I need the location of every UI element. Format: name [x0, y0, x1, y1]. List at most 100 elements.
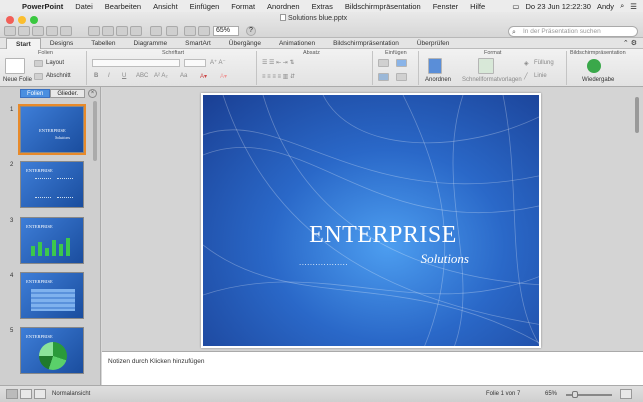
font-size-field[interactable] [184, 59, 206, 67]
tab-start[interactable]: Start [6, 37, 41, 49]
current-slide[interactable]: ENTERPRISE .................. Solutions [201, 93, 541, 348]
new-document-icon[interactable] [4, 26, 16, 36]
print-icon[interactable] [60, 26, 72, 36]
menu-anordnen[interactable]: Anordnen [261, 2, 306, 11]
tab-bildschirm[interactable]: Bildschirmpräsentation [324, 38, 408, 49]
tab-tabellen[interactable]: Tabellen [82, 38, 124, 49]
display-icon[interactable]: ▭ [512, 2, 519, 11]
minimize-window-button[interactable] [18, 16, 26, 24]
case-icon[interactable]: Aa [180, 73, 187, 79]
section-icon[interactable] [34, 73, 43, 80]
close-window-button[interactable] [6, 16, 14, 24]
play-icon[interactable] [587, 59, 601, 73]
align-icon[interactable]: ≡ ≡ ≡ ≡ ▥ ⇵ [262, 73, 295, 80]
menu-einfuegen[interactable]: Einfügen [184, 2, 226, 11]
font-grow-icon[interactable]: A⁺ A⁻ [210, 59, 226, 66]
strikethrough-icon[interactable]: ABC [136, 73, 148, 79]
zoom-window-button[interactable] [30, 16, 38, 24]
textbox-icon[interactable] [378, 59, 389, 67]
underline-icon[interactable]: U [122, 73, 126, 79]
fill-button[interactable]: Füllung [534, 60, 554, 66]
normal-view-icon[interactable] [6, 389, 18, 399]
zoom-field[interactable]: 65% [213, 26, 239, 36]
font-name-field[interactable] [92, 59, 180, 67]
pane-scrollbar[interactable] [93, 101, 97, 161]
save-icon[interactable] [46, 26, 58, 36]
tab-animationen[interactable]: Animationen [270, 38, 324, 49]
list-icon[interactable]: ☰ [630, 2, 637, 11]
italic-icon[interactable]: I [108, 73, 110, 79]
menu-fenster[interactable]: Fenster [427, 2, 464, 11]
tab-diagramme[interactable]: Diagramme [125, 38, 177, 49]
toolbox-icon[interactable] [184, 26, 196, 36]
thumb-bar [66, 238, 70, 256]
slide-thumbnail-2[interactable]: ENTERPRISE [20, 161, 84, 208]
spotlight-icon[interactable]: ⌕ [620, 1, 624, 11]
quick-styles-button[interactable]: Schnellformatvorlagen [462, 77, 522, 83]
arrange-icon[interactable] [428, 58, 442, 74]
bullets-icon[interactable]: ☰ ☰ ⇤ ⇥ ⇅ [262, 59, 295, 66]
menu-extras[interactable]: Extras [306, 2, 339, 11]
presenter-view-icon[interactable] [34, 389, 46, 399]
menu-bearbeiten[interactable]: Bearbeiten [99, 2, 147, 11]
notes-placeholder[interactable]: Notizen durch Klicken hinzufügen [108, 358, 204, 365]
paste-icon[interactable] [116, 26, 128, 36]
tab-folien[interactable]: Folien [20, 89, 51, 98]
view-name: Normalansicht [52, 391, 91, 397]
menu-ansicht[interactable]: Ansicht [147, 2, 184, 11]
cut-icon[interactable] [88, 26, 100, 36]
media-insert-icon[interactable] [396, 73, 407, 81]
slide-thumbnail-3[interactable]: ENTERPRISE [20, 217, 84, 264]
fit-to-window-icon[interactable] [620, 389, 632, 399]
zoom-slider-handle[interactable] [572, 391, 578, 398]
tab-designs[interactable]: Designs [41, 38, 82, 49]
menu-datei[interactable]: Datei [69, 2, 99, 11]
line-button[interactable]: Linie [534, 73, 547, 79]
highlight-icon[interactable]: A▾ [220, 73, 227, 80]
superscript-icon[interactable]: A² A₂ [154, 73, 168, 79]
menu-powerpoint[interactable]: PowerPoint [16, 2, 69, 11]
slide-subtitle[interactable]: Solutions [299, 251, 469, 267]
bold-icon[interactable]: B [94, 73, 98, 79]
menu-format[interactable]: Format [225, 2, 261, 11]
quick-styles-icon[interactable] [478, 58, 494, 74]
text-color-icon[interactable]: A▾ [200, 73, 207, 80]
menu-bildschirm[interactable]: Bildschirmpräsentation [339, 2, 427, 11]
picture-icon[interactable] [396, 59, 407, 67]
layout-icon[interactable] [34, 60, 43, 67]
tab-gliederung[interactable]: Glieder. [50, 89, 86, 98]
ribbon-collapse-icon[interactable]: ⌃ ⚙ [623, 39, 643, 47]
menu-hilfe[interactable]: Hilfe [464, 2, 491, 11]
slide-thumbnail-4[interactable]: ENTERPRISE [20, 272, 84, 319]
search-input[interactable]: ⌕ In der Präsentation suchen [508, 26, 638, 37]
slide-thumbnail-1[interactable]: ENTERPRISE Solutions [18, 104, 86, 155]
arrange-button[interactable]: Anordnen [425, 77, 451, 83]
media-icon[interactable] [198, 26, 210, 36]
tab-ueberpruefen[interactable]: Überprüfen [408, 38, 459, 49]
shape-icon[interactable] [378, 73, 389, 81]
fill-icon[interactable]: ◈ [524, 60, 529, 67]
section-button[interactable]: Abschnitt [46, 73, 71, 79]
new-slide-button[interactable]: Neue Folie [3, 77, 32, 83]
layout-button[interactable]: Layout [46, 60, 64, 66]
menubar-clock[interactable]: Do 23 Jun 12:22:30 [525, 2, 590, 11]
slide-thumbnail-5[interactable]: ENTERPRISE [20, 327, 84, 374]
open-icon[interactable] [32, 26, 44, 36]
format-painter-icon[interactable] [130, 26, 142, 36]
redo-icon[interactable] [166, 26, 178, 36]
slide-sorter-icon[interactable] [20, 389, 32, 399]
templates-icon[interactable] [18, 26, 30, 36]
undo-icon[interactable] [150, 26, 162, 36]
new-slide-icon[interactable] [5, 58, 25, 74]
help-icon[interactable]: ? [246, 26, 256, 36]
menubar-user[interactable]: Andy [597, 2, 614, 11]
slide-title[interactable]: ENTERPRISE [303, 222, 463, 249]
main-scrollbar[interactable] [635, 97, 639, 133]
line-icon[interactable]: ╱ [524, 73, 528, 80]
notes-pane[interactable]: Notizen durch Klicken hinzufügen [102, 351, 643, 385]
play-button[interactable]: Wiedergabe [582, 77, 614, 83]
close-pane-icon[interactable]: × [88, 89, 97, 98]
tab-uebergaenge[interactable]: Übergänge [220, 38, 270, 49]
copy-icon[interactable] [102, 26, 114, 36]
tab-smartart[interactable]: SmartArt [176, 38, 220, 49]
